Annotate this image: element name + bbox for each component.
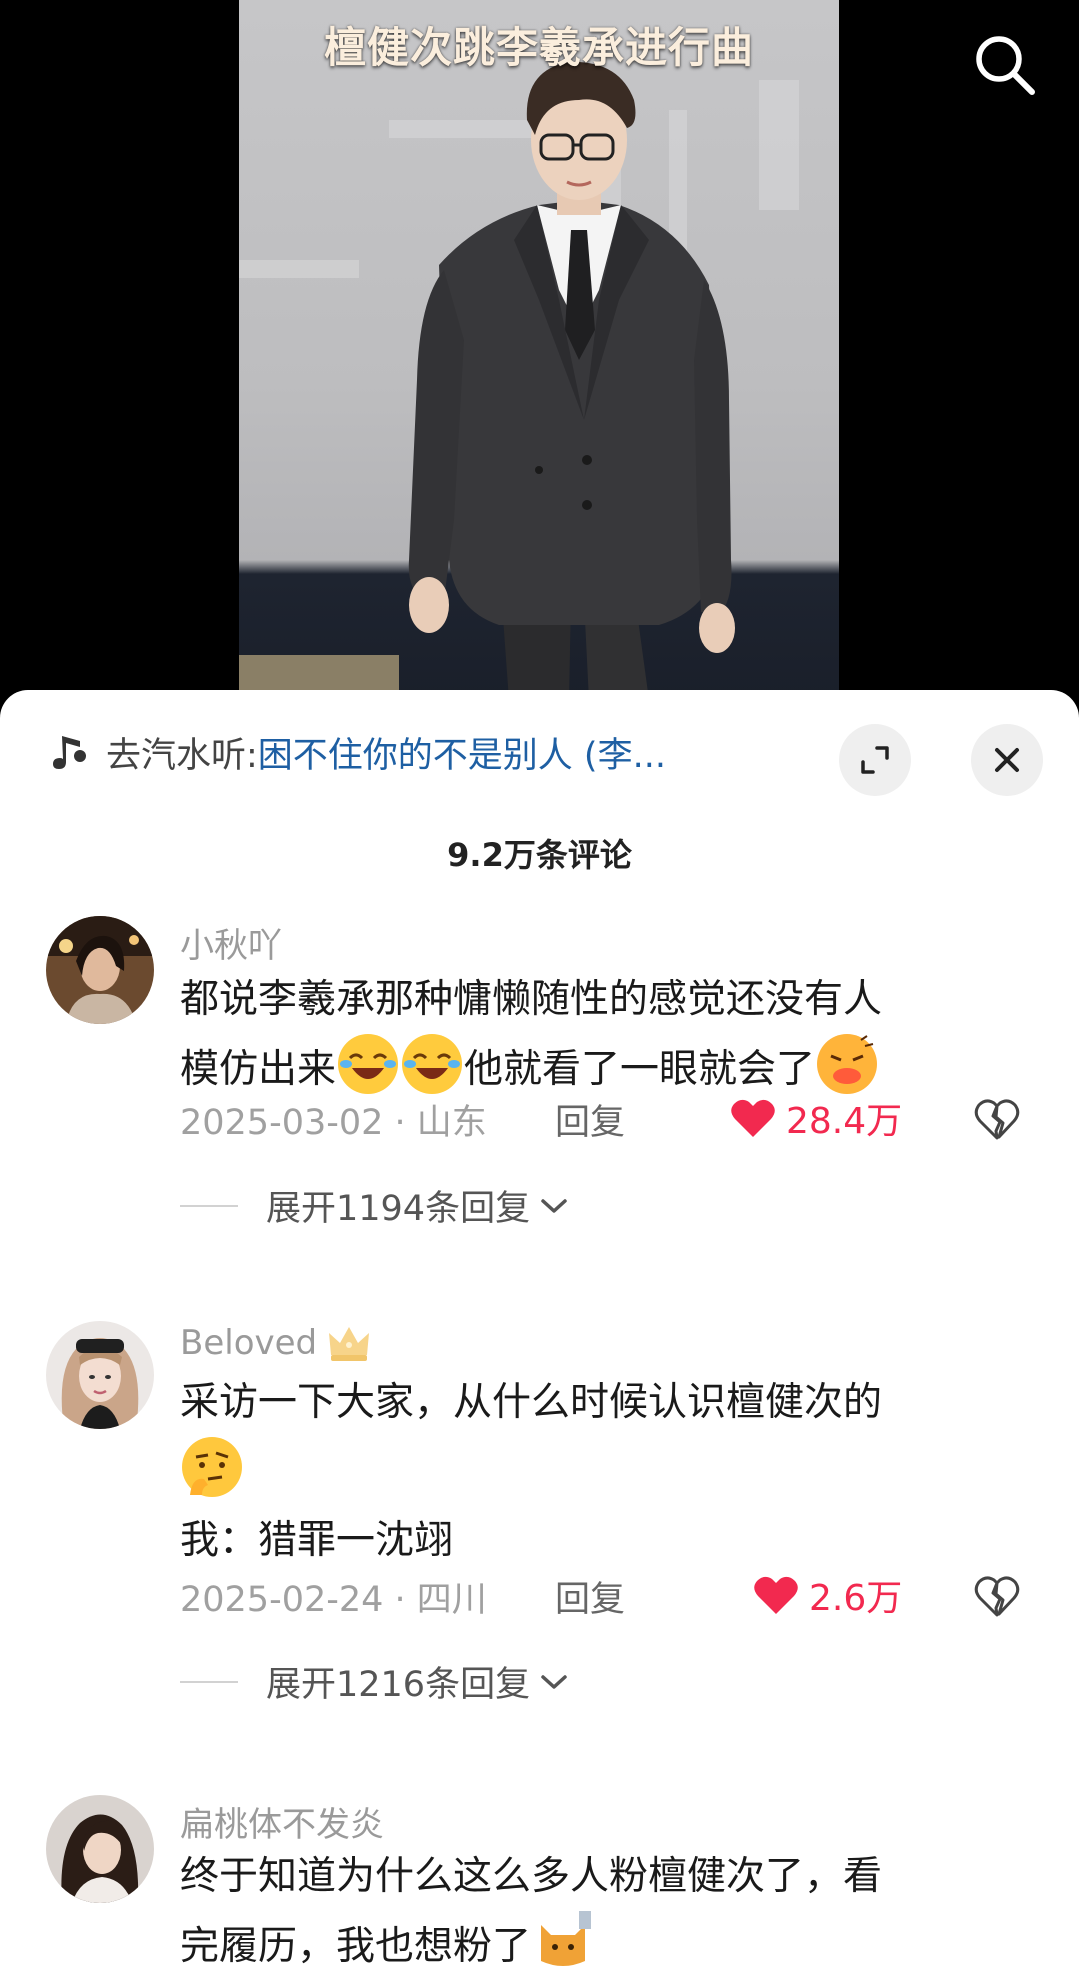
video-player[interactable]: 檀健次跳李羲承进行曲 — [0, 0, 1079, 700]
dislike-broken-heart-icon[interactable] — [974, 1573, 1020, 1619]
person-figure — [408, 61, 735, 700]
reply-button[interactable]: 回复 — [555, 1094, 625, 1145]
comment-username[interactable]: 小秋吖 — [180, 918, 282, 967]
like-button[interactable]: 28.4万 — [730, 1092, 902, 1144]
comment-text-line: 都说李羲承那种慵懒随性的感觉还没有人 — [180, 977, 883, 1022]
close-button[interactable] — [971, 724, 1043, 796]
comment-text-line: 完履历，我也想粉了 — [180, 1911, 1010, 1970]
expand-replies-button[interactable]: 展开1194条回复 — [180, 1180, 570, 1231]
comment-username[interactable]: 扁桃体不发炎 — [180, 1797, 384, 1846]
comment-username-row: Beloved — [180, 1323, 371, 1363]
expand-icon — [861, 746, 889, 774]
cat-emoji-icon — [533, 1911, 593, 1970]
close-icon — [995, 748, 1019, 772]
comment-panel: 去汽水听: 困不住你的不是别人 (李... 9.2万条评论 小秋吖 都说李羲承那… — [0, 690, 1079, 1970]
expand-replies-label: 展开1216条回复 — [266, 1665, 531, 1705]
thinking-emoji-icon — [182, 1437, 242, 1497]
avatar[interactable] — [46, 916, 154, 1024]
divider-line — [180, 1680, 238, 1683]
comment-text-fragment: 完履历，我也想粉了 — [180, 1924, 532, 1969]
search-icon — [976, 36, 1035, 95]
comment-text-line: 终于知道为什么这么多人粉檀健次了，看 — [180, 1854, 883, 1899]
comment-text: 都说李羲承那种慵懒随性的感觉还没有人 模仿出来 他就看了一眼就会了 — [180, 966, 1010, 1104]
laugh-cry-emoji-icon — [402, 1034, 463, 1094]
reply-button[interactable]: 回复 — [555, 1571, 625, 1622]
expand-replies-button[interactable]: 展开1216条回复 — [180, 1656, 570, 1707]
music-note-icon — [53, 736, 86, 769]
comment-count: 9.2万条评论 — [447, 836, 632, 874]
comment-item: 扁桃体不发炎 终于知道为什么这么多人粉檀健次了，看 完履历，我也想粉了 — [0, 1795, 1079, 1970]
like-button[interactable]: 2.6万 — [753, 1569, 902, 1621]
comment-text-fragment: 他就看了一眼就会了 — [464, 1047, 816, 1092]
divider-line — [180, 1204, 238, 1207]
comment-text: 终于知道为什么这么多人粉檀健次了，看 完履历，我也想粉了 — [180, 1843, 1010, 1970]
music-link[interactable]: 去汽水听: 困不住你的不是别人 (李... — [52, 730, 792, 774]
comment-text-fragment: 模仿出来 — [180, 1047, 337, 1092]
avatar[interactable] — [46, 1321, 154, 1429]
comment-username[interactable]: Beloved — [180, 1323, 317, 1363]
music-song-title[interactable]: 困不住你的不是别人 (李... — [258, 730, 666, 775]
heart-filled-icon — [731, 1099, 775, 1137]
expand-button[interactable] — [839, 724, 911, 796]
like-count: 28.4万 — [786, 1101, 903, 1142]
comment-item: Beloved 采访一下大家，从什么时候认识檀健次的 我：猎罪一沈翊 2025-… — [0, 1321, 1079, 1741]
avatar[interactable] — [46, 1795, 154, 1903]
video-frame[interactable] — [239, 0, 839, 700]
comment-date-location: 2025-03-02 · 山东 — [180, 1103, 487, 1143]
chevron-down-icon — [541, 1674, 567, 1689]
comment-text: 采访一下大家，从什么时候认识檀健次的 我：猎罪一沈翊 — [180, 1369, 1010, 1575]
pouting-emoji-icon — [817, 1034, 878, 1094]
comment-item: 小秋吖 都说李羲承那种慵懒随性的感觉还没有人 模仿出来 他就看了一眼就会了 202… — [0, 916, 1079, 1326]
comment-text-line: 采访一下大家，从什么时候认识檀健次的 — [180, 1380, 883, 1425]
expand-replies-label: 展开1194条回复 — [266, 1189, 531, 1229]
crown-icon — [329, 1327, 370, 1361]
chevron-down-icon — [541, 1198, 567, 1213]
like-count: 2.6万 — [809, 1578, 903, 1619]
music-prefix: 去汽水听: — [106, 735, 258, 775]
comment-text-line: 我：猎罪一沈翊 — [180, 1518, 454, 1563]
video-title: 檀健次跳李羲承进行曲 — [323, 23, 754, 72]
comment-text-line — [180, 1437, 1010, 1507]
dislike-broken-heart-icon[interactable] — [974, 1096, 1020, 1142]
heart-filled-icon — [754, 1576, 798, 1614]
search-button[interactable] — [970, 30, 1040, 100]
laugh-cry-emoji-icon — [338, 1034, 399, 1094]
comment-date-location: 2025-02-24 · 四川 — [180, 1580, 487, 1620]
